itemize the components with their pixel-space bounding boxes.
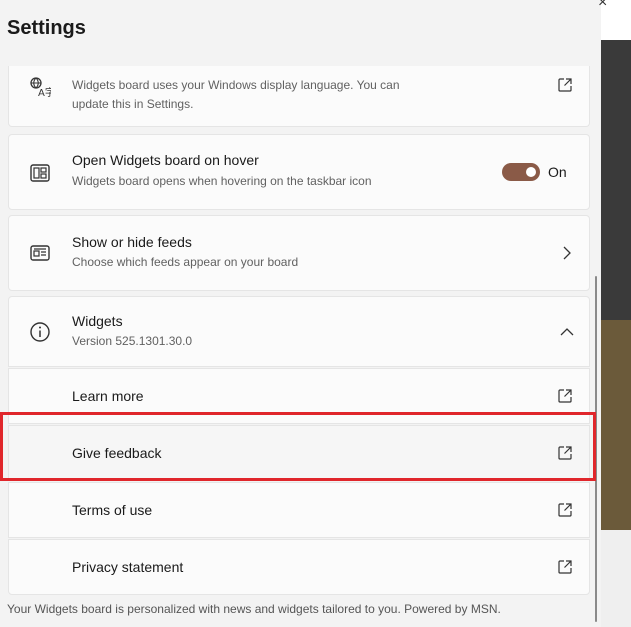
- background-strip: [601, 320, 631, 530]
- background-desktop: [601, 0, 631, 627]
- chevron-right-icon: [563, 246, 571, 260]
- close-button[interactable]: ×: [598, 0, 607, 12]
- language-card[interactable]: A字 Widgets board uses your Windows displ…: [8, 66, 590, 127]
- give-feedback-link[interactable]: Give feedback: [8, 425, 590, 481]
- hover-setting-card: Open Widgets board on hover Widgets boar…: [8, 134, 590, 210]
- settings-panel: Settings × A字 Widgets board uses your Wi…: [0, 0, 607, 627]
- svg-text:A字: A字: [38, 86, 51, 98]
- external-link-icon: [558, 503, 572, 517]
- widgets-version: Version 525.1301.30.0: [72, 334, 193, 348]
- link-label: Terms of use: [72, 502, 153, 518]
- hover-setting-description: Widgets board opens when hovering on the…: [72, 174, 372, 188]
- link-label: Give feedback: [72, 445, 162, 461]
- hover-toggle-state: On: [548, 164, 567, 180]
- learn-more-link[interactable]: Learn more: [8, 368, 590, 424]
- feeds-setting-description: Choose which feeds appear on your board: [72, 255, 299, 269]
- language-icon: A字: [30, 77, 51, 98]
- background-strip: [601, 40, 631, 320]
- feeds-setting-label: Show or hide feeds: [72, 234, 192, 250]
- widgets-about-label: Widgets: [72, 313, 123, 329]
- scrollbar-thumb[interactable]: [595, 276, 597, 622]
- footer-text: Your Widgets board is personalized with …: [7, 602, 501, 616]
- language-description-line2: update this in Settings.: [72, 97, 194, 111]
- terms-of-use-link[interactable]: Terms of use: [8, 482, 590, 538]
- external-link-icon: [558, 389, 572, 403]
- link-label: Learn more: [72, 388, 144, 404]
- hover-toggle-switch[interactable]: [502, 163, 540, 181]
- background-strip: [601, 530, 631, 627]
- external-link-icon: [558, 78, 572, 92]
- external-link-icon: [558, 446, 572, 460]
- widgets-about-card[interactable]: Widgets Version 525.1301.30.0: [8, 296, 590, 367]
- chevron-up-icon: [560, 328, 574, 336]
- language-description-line1: Widgets board uses your Windows display …: [72, 78, 400, 92]
- toggle-knob: [526, 167, 536, 177]
- feeds-icon: [30, 245, 50, 261]
- link-label: Privacy statement: [72, 559, 184, 575]
- privacy-statement-link[interactable]: Privacy statement: [8, 539, 590, 595]
- widgets-board-icon: [30, 164, 50, 182]
- feeds-setting-card[interactable]: Show or hide feeds Choose which feeds ap…: [8, 215, 590, 291]
- external-link-icon: [558, 560, 572, 574]
- page-title: Settings: [7, 17, 86, 39]
- info-icon: [30, 322, 50, 342]
- hover-setting-label: Open Widgets board on hover: [72, 152, 259, 168]
